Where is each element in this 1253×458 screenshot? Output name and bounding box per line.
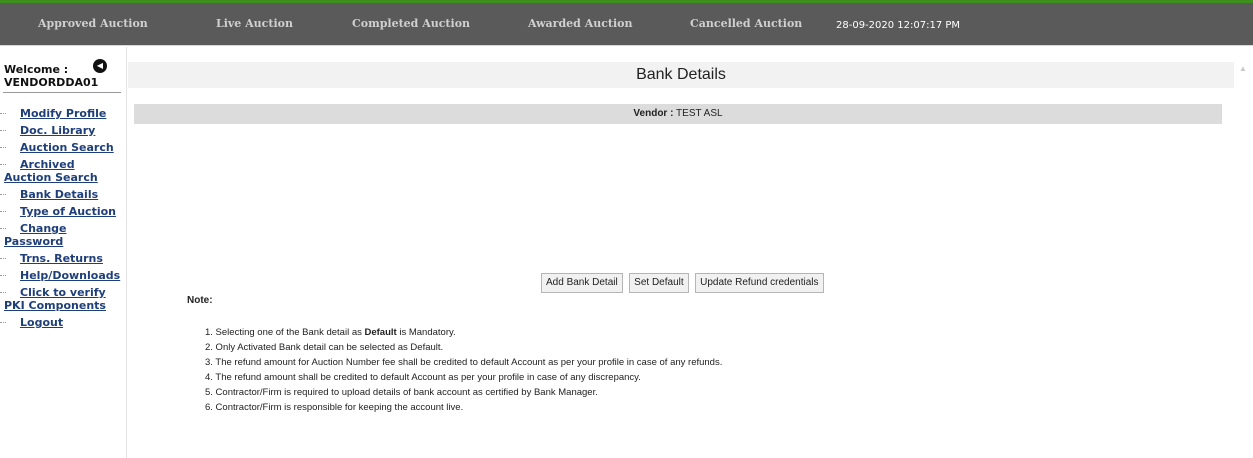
sidebar-item-archived-auction-search[interactable]: Archived Auction Search [0, 158, 126, 184]
nav-live-auction[interactable]: Live Auction [216, 17, 293, 30]
vendor-label: Vendor : [633, 108, 674, 119]
page-title: Bank Details [636, 66, 726, 83]
add-bank-detail-button[interactable]: Add Bank Detail [541, 273, 623, 293]
notes-list: 1. Selecting one of the Bank detail as D… [205, 325, 1205, 415]
nav-cancelled-auction[interactable]: Cancelled Auction [690, 17, 802, 30]
note-text: is Mandatory. [396, 327, 456, 338]
nav-completed-auction[interactable]: Completed Auction [352, 17, 470, 30]
sidebar-item-verify-pki[interactable]: Click to verify PKI Components [0, 286, 126, 312]
nav-awarded-auction[interactable]: Awarded Auction [528, 17, 633, 30]
note-item: 6. Contractor/Firm is responsible for ke… [205, 402, 464, 413]
note-item: 4. The refund amount shall be credited t… [205, 372, 641, 383]
sidebar-item-trns-returns[interactable]: Trns. Returns [0, 252, 126, 265]
left-sidebar: Welcome : VENDORDDA01 ◀ Modify Profile D… [0, 47, 127, 458]
sidebar-item-logout[interactable]: Logout [0, 316, 126, 329]
note-item: 1. Selecting one of the Bank detail as D… [205, 325, 1205, 340]
sidebar-item-help-downloads[interactable]: Help/Downloads [0, 269, 126, 282]
update-refund-credentials-button[interactable]: Update Refund credentials [695, 273, 824, 293]
vendor-value: TEST ASL [676, 108, 723, 119]
vendor-bar: Vendor : TEST ASL [134, 104, 1222, 124]
divider [3, 92, 121, 93]
note-item: 2. Only Activated Bank detail can be sel… [205, 342, 444, 353]
sidebar-item-type-of-auction[interactable]: Type of Auction [0, 205, 126, 218]
sidebar-item-modify-profile[interactable]: Modify Profile [0, 107, 126, 120]
page-title-bar: Bank Details [128, 62, 1234, 88]
sidebar-menu: Modify Profile Doc. Library Auction Sear… [0, 107, 126, 333]
collapse-arrow-icon[interactable]: ◀ [93, 59, 107, 73]
username: VENDORDDA01 [4, 76, 99, 89]
action-buttons: Add Bank Detail Set Default Update Refun… [541, 273, 826, 293]
sidebar-item-change-password[interactable]: Change Password [0, 222, 126, 248]
sidebar-item-doc-library[interactable]: Doc. Library [0, 124, 126, 137]
sidebar-item-auction-search[interactable]: Auction Search [0, 141, 126, 154]
top-nav-bar: Approved Auction Live Auction Completed … [0, 3, 1253, 46]
note-text: 1. Selecting one of the Bank detail as [205, 327, 365, 338]
scroll-up-icon[interactable]: ▲ [1239, 64, 1247, 73]
sidebar-item-bank-details[interactable]: Bank Details [0, 188, 126, 201]
note-item: 3. The refund amount for Auction Number … [205, 357, 723, 368]
nav-approved-auction[interactable]: Approved Auction [38, 17, 148, 30]
note-bold: Default [364, 327, 397, 338]
set-default-button[interactable]: Set Default [629, 273, 689, 293]
note-item: 5. Contractor/Firm is required to upload… [205, 387, 598, 398]
vendor-info: Vendor : TEST ASL [134, 108, 1222, 119]
server-datetime: 28-09-2020 12:07:17 PM [836, 20, 961, 31]
note-label: Note: [187, 295, 213, 306]
